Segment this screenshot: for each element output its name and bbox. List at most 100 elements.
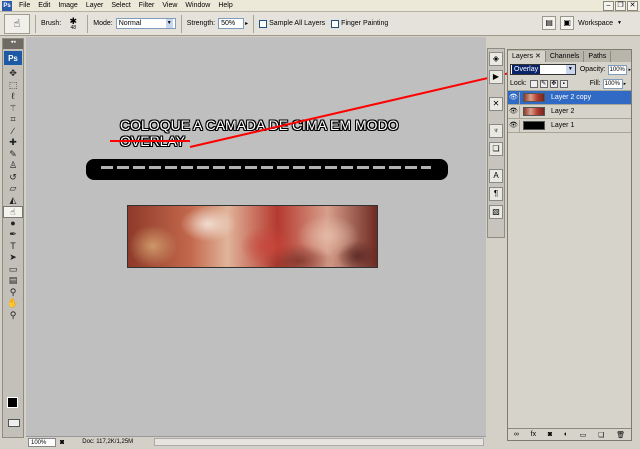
trash-icon[interactable]: 🗑: [616, 431, 625, 439]
smudge-tool-icon[interactable]: ☝: [3, 206, 23, 218]
menu-layer[interactable]: Layer: [82, 0, 108, 12]
chevron-right-icon[interactable]: ▸: [624, 81, 627, 87]
layers-footer: ∞ fx ◙ ◐ ▭ ❏ 🗑: [508, 428, 631, 440]
healing-brush-tool-icon[interactable]: ✚: [3, 137, 23, 149]
quick-mask-icon[interactable]: [8, 419, 20, 427]
lasso-tool-icon[interactable]: ℓ: [3, 91, 23, 103]
menu-window[interactable]: Window: [181, 0, 214, 12]
menu-view[interactable]: View: [158, 0, 181, 12]
opacity-input[interactable]: 100%: [607, 64, 628, 75]
dodge-tool-icon[interactable]: ●: [3, 218, 23, 230]
slice-tool-icon[interactable]: ∕: [3, 126, 23, 138]
new-layer-icon[interactable]: ❏: [598, 431, 604, 439]
chevron-down-icon: ▼: [617, 20, 622, 26]
brush-tool-icon[interactable]: ✎: [3, 149, 23, 161]
layer-row-layer-2-copy[interactable]: 👁 Layer 2 copy: [508, 91, 631, 105]
panel-dock: ◈ ▶ ✕ ♆ ❏ A ¶ ▧: [487, 48, 505, 238]
layer-row-layer-2[interactable]: 👁 Layer 2: [508, 105, 631, 119]
lock-all-icon[interactable]: ▪: [559, 79, 568, 88]
fill-input[interactable]: 100%: [602, 78, 623, 89]
texture-image-layer: [127, 205, 378, 268]
paragraph-icon[interactable]: ¶: [489, 187, 503, 201]
blend-mode-select[interactable]: Overlay ▼: [510, 64, 576, 75]
layer-comps-icon[interactable]: ▧: [489, 205, 503, 219]
brush-size: 48: [70, 24, 77, 31]
options-bar: ☝ Brush: ✱ 48 Mode: Normal ▼ Strength: 5…: [0, 12, 640, 36]
pen-tool-icon[interactable]: ✒: [3, 229, 23, 241]
marquee-tool-icon[interactable]: ⬚: [3, 80, 23, 92]
menu-select[interactable]: Select: [107, 0, 134, 12]
menu-image[interactable]: Image: [54, 0, 81, 12]
chevron-down-icon: ▼: [165, 19, 173, 28]
panel-well-icon[interactable]: ▤: [542, 16, 557, 30]
clone-source-icon[interactable]: ❏: [489, 142, 503, 156]
eye-icon[interactable]: 👁: [508, 91, 520, 104]
horizontal-scrollbar[interactable]: [154, 438, 484, 446]
tab-paths[interactable]: Paths: [584, 51, 612, 62]
layer-name: Layer 2: [551, 108, 575, 115]
path-selection-tool-icon[interactable]: ➤: [3, 252, 23, 264]
brushes-icon[interactable]: ♆: [489, 124, 503, 138]
history-brush-tool-icon[interactable]: ↺: [3, 172, 23, 184]
brush-picker[interactable]: ✱ 48: [64, 15, 82, 33]
character-icon[interactable]: A: [489, 169, 503, 183]
minimize-icon[interactable]: –: [603, 1, 614, 11]
move-tool-icon[interactable]: ✥: [3, 68, 23, 80]
link-icon[interactable]: ∞: [514, 431, 519, 438]
menu-edit[interactable]: Edit: [34, 0, 54, 12]
mode-label: Mode:: [93, 20, 113, 27]
adjustment-icon[interactable]: ◐: [564, 431, 568, 438]
smudge-tool-preset-icon[interactable]: ☝: [4, 13, 30, 34]
menu-help[interactable]: Help: [214, 0, 236, 12]
close-icon[interactable]: ✕: [627, 1, 638, 11]
tab-layers[interactable]: Layers ✕: [508, 51, 546, 62]
restore-icon[interactable]: ❐: [615, 1, 626, 11]
chevron-right-icon[interactable]: ▸: [245, 20, 248, 27]
annotation-line-2: OVERLAY: [120, 133, 186, 149]
chevron-right-icon[interactable]: ▸: [628, 67, 631, 73]
layer-row-layer-1[interactable]: 👁 Layer 1: [508, 119, 631, 133]
eye-icon[interactable]: 👁: [508, 105, 520, 118]
eye-icon[interactable]: 👁: [508, 119, 520, 132]
toolbox-grip[interactable]: ◂◂: [3, 39, 23, 49]
lock-transparency-icon[interactable]: [529, 79, 538, 88]
blend-row: Overlay ▼ Opacity: 100% ▸: [508, 62, 631, 77]
menu-filter[interactable]: Filter: [135, 0, 159, 12]
hand-tool-icon[interactable]: ✋: [3, 298, 23, 310]
type-tool-icon[interactable]: T: [3, 241, 23, 253]
clone-stamp-tool-icon[interactable]: ♙: [3, 160, 23, 172]
tab-channels[interactable]: Channels: [546, 51, 585, 62]
zoom-level-field[interactable]: 100%: [28, 437, 56, 447]
eraser-tool-icon[interactable]: ▱: [3, 183, 23, 195]
status-icon[interactable]: ◙: [60, 439, 64, 446]
workspace-button[interactable]: Workspace: [578, 20, 613, 27]
window-controls: – ❐ ✕: [603, 1, 638, 11]
fx-icon[interactable]: fx: [531, 431, 536, 438]
tools-icon[interactable]: ✕: [489, 97, 503, 111]
mask-icon[interactable]: ◙: [548, 431, 552, 438]
crop-tool-icon[interactable]: ⌗: [3, 114, 23, 126]
magic-wand-tool-icon[interactable]: ⚚: [3, 103, 23, 115]
layer-thumbnail: [523, 93, 545, 102]
finger-painting-checkbox[interactable]: [331, 19, 340, 28]
sample-all-layers-checkbox[interactable]: [259, 19, 268, 28]
shape-tool-icon[interactable]: ▭: [3, 264, 23, 276]
zoom-tool-icon[interactable]: ⚲: [3, 310, 23, 322]
navigator-icon[interactable]: ◈: [489, 52, 503, 66]
group-icon[interactable]: ▭: [580, 431, 587, 439]
mode-select[interactable]: Normal ▼: [115, 18, 176, 29]
foreground-color-swatch[interactable]: [7, 397, 18, 408]
paint-bucket-tool-icon[interactable]: ◭: [3, 195, 23, 207]
annotation-line-1: COLOQUE A CAMADA DE CIMA EM MODO: [120, 117, 399, 133]
divider: [35, 14, 36, 33]
bridge-icon[interactable]: ▣: [560, 16, 575, 30]
history-icon[interactable]: ▶: [489, 70, 503, 84]
lock-position-icon[interactable]: ✥: [549, 79, 558, 88]
strength-label: Strength:: [186, 20, 216, 27]
tutorial-annotation: COLOQUE A CAMADA DE CIMA EM MODO OVERLAY: [120, 117, 440, 149]
lock-pixels-icon[interactable]: ✎: [539, 79, 548, 88]
notes-tool-icon[interactable]: ▤: [3, 275, 23, 287]
menu-file[interactable]: File: [15, 0, 34, 12]
strength-input[interactable]: 50%: [218, 18, 245, 29]
eyedropper-tool-icon[interactable]: ⚲: [3, 287, 23, 299]
